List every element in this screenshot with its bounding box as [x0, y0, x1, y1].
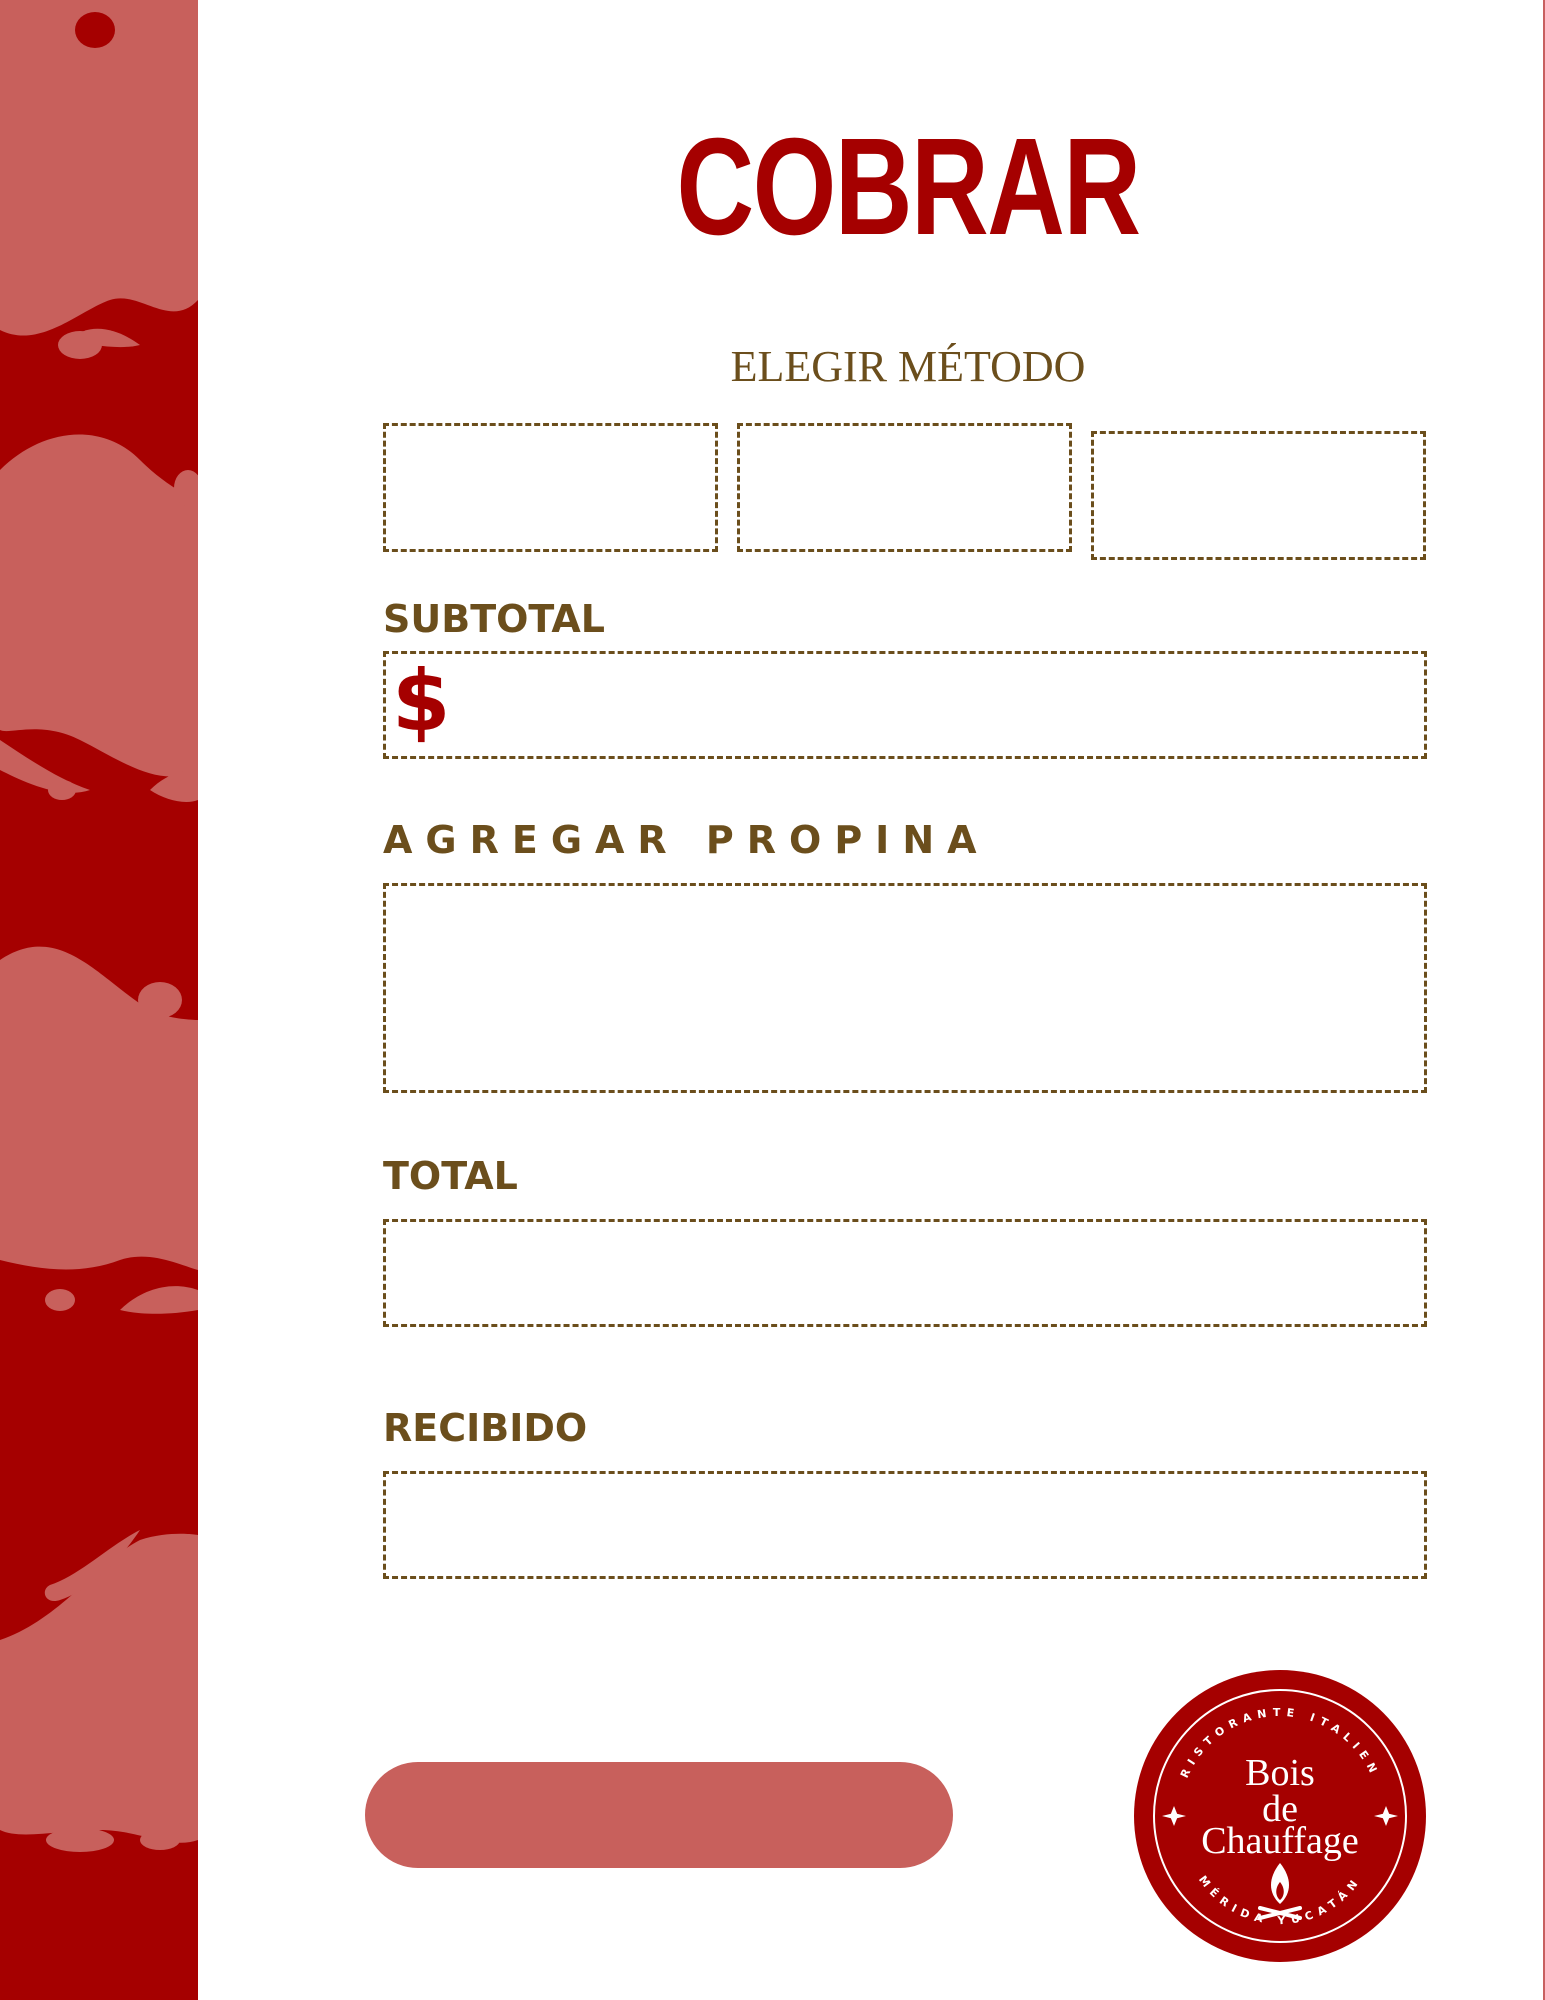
decorative-sidebar	[0, 0, 198, 2000]
total-field[interactable]	[383, 1219, 1427, 1327]
dollar-sign-icon: $	[392, 652, 451, 750]
received-label: RECIBIDO	[383, 1406, 588, 1450]
restaurant-logo: RISTORANTE ITALIEN MÉRIDA YUCATÁN Bois d…	[1132, 1668, 1428, 1964]
method-label: ELEGIR MÉTODO	[730, 342, 1086, 391]
tip-field[interactable]	[383, 883, 1427, 1093]
page-title: COBRAR	[676, 110, 1141, 264]
tip-label: AGREGAR PROPINA	[383, 818, 990, 862]
received-field[interactable]	[383, 1471, 1427, 1579]
logo-name-line-1: Bois	[1245, 1752, 1315, 1794]
method-option-3[interactable]	[1091, 431, 1426, 560]
logo-name-line-3: Chauffage	[1201, 1820, 1359, 1862]
wave-pattern	[0, 0, 198, 1852]
subtotal-field[interactable]	[383, 651, 1427, 759]
total-label: TOTAL	[383, 1154, 518, 1198]
method-option-1[interactable]	[383, 423, 718, 552]
method-option-2[interactable]	[737, 423, 1072, 552]
charge-button[interactable]	[365, 1762, 953, 1868]
subtotal-label: SUBTOTAL	[383, 597, 606, 641]
